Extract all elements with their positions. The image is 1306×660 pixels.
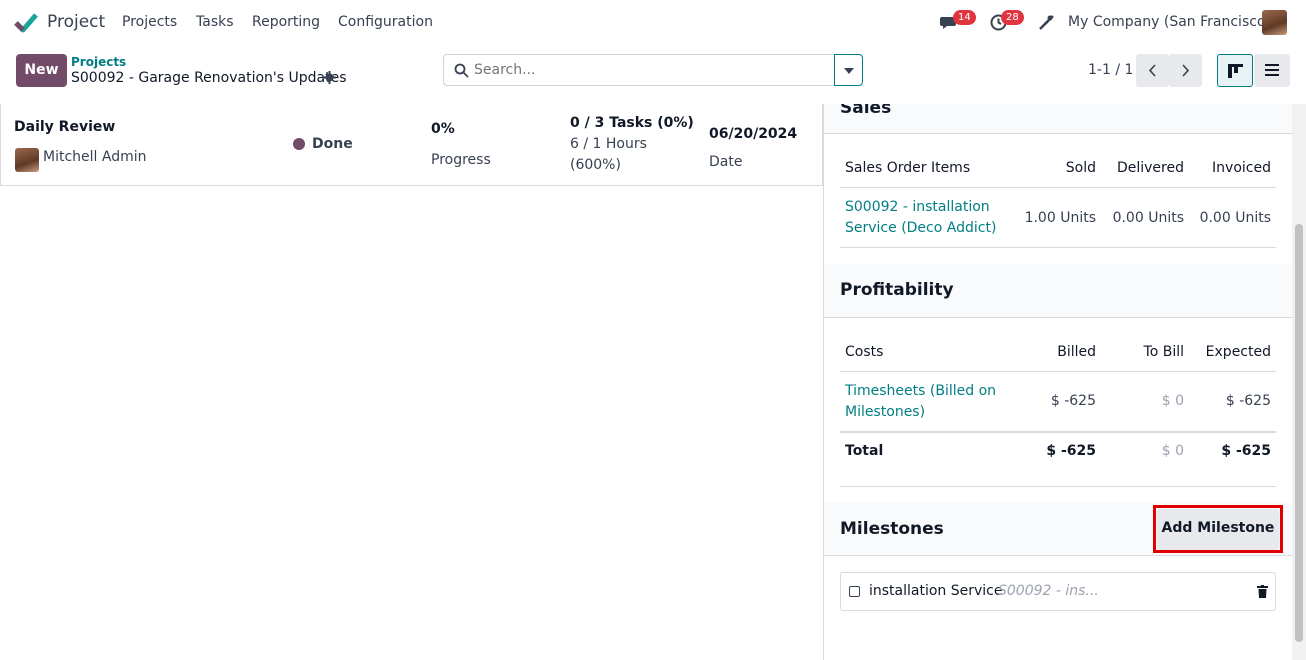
menu-configuration[interactable]: Configuration [338, 14, 433, 30]
chevron-left-icon [1148, 64, 1156, 77]
profit-bottom-divider [840, 486, 1276, 487]
search-input[interactable] [474, 59, 824, 81]
sales-col-items: Sales Order Items [845, 160, 971, 176]
menu-reporting[interactable]: Reporting [252, 14, 320, 30]
chevron-down-icon [844, 68, 854, 74]
sales-title: Sales [840, 104, 892, 118]
timesheets-expected: $ -625 [1225, 393, 1271, 409]
timesheets-to-bill: $ 0 [1161, 393, 1184, 409]
update-status: Done [312, 136, 353, 152]
sales-col-sold: Sold [1065, 160, 1096, 176]
project-update-row[interactable]: Daily Review Mitchell Admin Done 0% Prog… [0, 104, 823, 186]
chevron-right-icon [1182, 64, 1190, 77]
sales-item-link[interactable]: S00092 - installation [845, 199, 990, 215]
sales-invoiced-value: 0.00 Units [1199, 210, 1271, 226]
trash-icon[interactable] [1257, 585, 1268, 598]
breadcrumb-projects[interactable]: Projects [71, 55, 126, 69]
messages-badge: 14 [953, 10, 976, 25]
sales-header-divider [840, 187, 1276, 188]
profit-col-costs: Costs [845, 344, 884, 360]
search-icon [454, 63, 469, 78]
timesheets-link[interactable]: Timesheets (Billed on [845, 383, 996, 399]
new-button[interactable]: New [16, 54, 67, 87]
timesheets-link-cont[interactable]: Milestones) [845, 404, 925, 420]
progress-label: Progress [431, 152, 491, 168]
update-date: 06/20/2024 [709, 126, 798, 142]
menu-tasks[interactable]: Tasks [196, 14, 234, 30]
milestones-title: Milestones [840, 519, 944, 539]
sales-col-delivered: Delivered [1116, 160, 1184, 176]
milestone-checkbox[interactable] [849, 586, 860, 597]
menu-projects[interactable]: Projects [122, 14, 177, 30]
scrollbar-thumb[interactable] [1295, 224, 1303, 642]
profitability-section-header: Profitability [824, 264, 1292, 318]
kanban-view-button[interactable] [1217, 54, 1253, 87]
pager-value[interactable]: 1-1 / 1 [1088, 62, 1133, 78]
author-avatar [15, 148, 39, 172]
timesheets-billed: $ -625 [1050, 393, 1096, 409]
pager-next-button[interactable] [1169, 54, 1202, 87]
profit-total-divider [840, 431, 1276, 433]
hours-percent: (600%) [570, 157, 621, 173]
project-app-icon[interactable] [14, 12, 38, 34]
profitability-title: Profitability [840, 280, 954, 300]
search-options-toggle[interactable] [834, 54, 863, 86]
status-dot-icon [293, 138, 305, 150]
hours-summary: 6 / 1 Hours [570, 136, 647, 152]
breadcrumb-current: S00092 - Garage Renovation's Updates [71, 70, 347, 86]
profit-header-divider [840, 371, 1276, 372]
total-expected: $ -625 [1221, 443, 1271, 459]
highlight-box [1153, 505, 1283, 553]
sales-col-invoiced: Invoiced [1212, 160, 1271, 176]
top-navbar: Project Projects Tasks Reporting Configu… [0, 0, 1306, 46]
update-author: Mitchell Admin [43, 149, 147, 165]
search-bar [443, 54, 835, 86]
list-icon [1265, 64, 1279, 76]
pager-previous-button[interactable] [1136, 54, 1169, 87]
sales-bottom-divider [840, 247, 1276, 248]
sales-sold-value: 1.00 Units [1024, 210, 1096, 226]
total-to-bill: $ 0 [1161, 443, 1184, 459]
total-label: Total [845, 443, 884, 459]
kanban-icon [1228, 64, 1243, 78]
activities-badge: 28 [1001, 10, 1024, 25]
project-right-panel: Sales Sales Order Items Sold Delivered I… [823, 104, 1292, 660]
sales-item-link-cont[interactable]: Service (Deco Addict) [845, 220, 996, 236]
app-name[interactable]: Project [47, 12, 105, 32]
sales-delivered-value: 0.00 Units [1112, 210, 1184, 226]
milestone-item[interactable]: installation Service S00092 - ins... [840, 572, 1276, 611]
gear-icon[interactable] [323, 71, 336, 84]
company-switcher[interactable]: My Company (San Francisco) [1068, 14, 1271, 30]
tools-icon[interactable] [1038, 14, 1055, 31]
milestone-name: installation Service [869, 583, 1003, 599]
user-avatar[interactable] [1262, 10, 1287, 35]
profit-col-expected: Expected [1205, 344, 1271, 360]
milestone-ref: S00092 - ins... [998, 583, 1099, 599]
date-label: Date [709, 154, 743, 170]
profit-col-billed: Billed [1057, 344, 1096, 360]
tasks-summary: 0 / 3 Tasks (0%) [570, 115, 694, 131]
sales-section-header: Sales [824, 104, 1292, 134]
profit-col-to-bill: To Bill [1143, 344, 1184, 360]
update-name: Daily Review [14, 119, 116, 135]
list-view-button[interactable] [1254, 54, 1290, 87]
total-billed: $ -625 [1046, 443, 1096, 459]
progress-value: 0% [431, 121, 455, 137]
